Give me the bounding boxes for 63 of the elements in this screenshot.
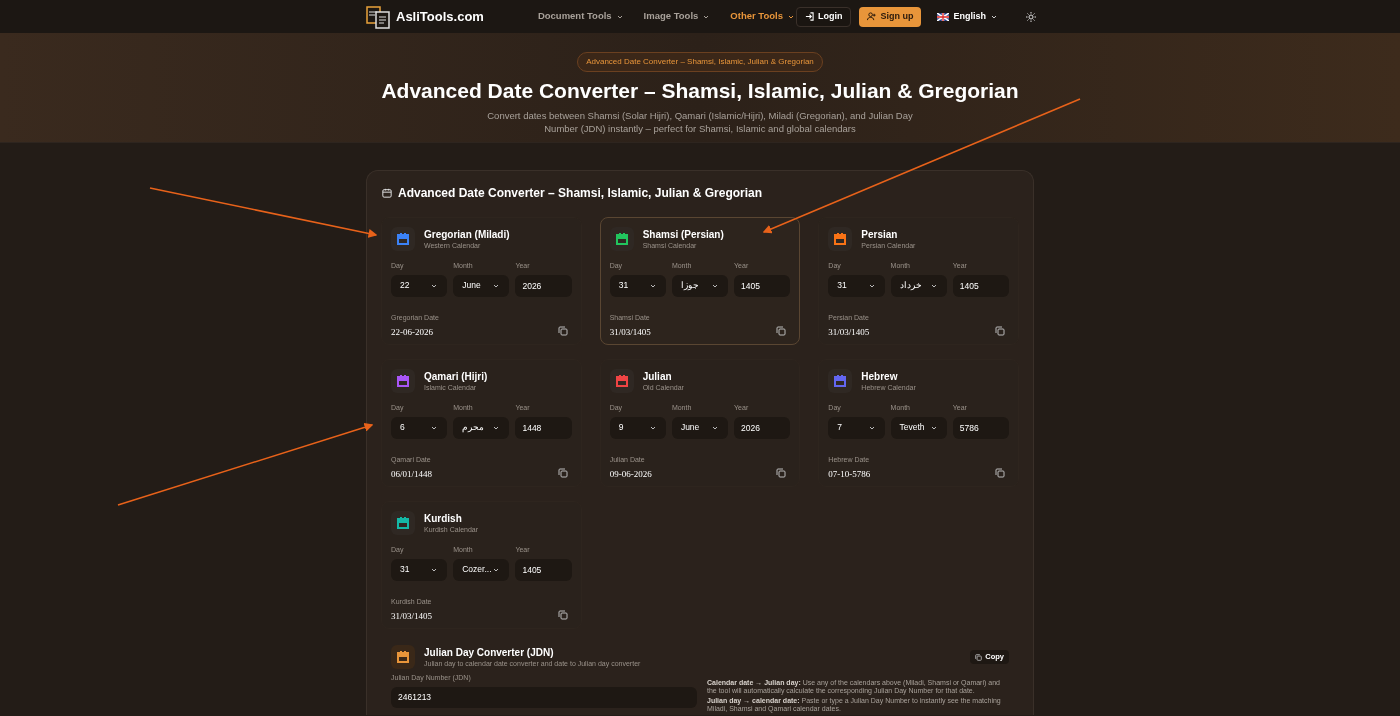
copy-icon[interactable]: [557, 325, 568, 336]
year-field[interactable]: 1405: [952, 274, 1009, 297]
calendar-name: Julian: [642, 370, 673, 383]
copy-icon[interactable]: [776, 325, 787, 336]
calendar-name: Qamari (Hijri): [424, 370, 488, 383]
calendar-name: Kurdish: [424, 512, 463, 525]
date-value: 06/01/1448: [391, 468, 432, 481]
day-dropdown[interactable]: 9: [609, 416, 666, 439]
login-icon: [805, 12, 814, 21]
year-field[interactable]: 1405: [734, 274, 791, 297]
language-dropdown[interactable]: English: [929, 6, 1006, 27]
copy-icon[interactable]: [995, 467, 1005, 478]
date-value: 31/03/1405: [391, 610, 432, 623]
hero-badge: Advanced Date Converter – Shamsi, Islamic, Julian & Gregorian: [577, 52, 823, 72]
copy-icon[interactable]: [776, 467, 787, 478]
converter-title: Advanced Date Converter – Shamsi, Islamic, Julian & Gregorian: [398, 185, 763, 202]
calendar-name: Gregorian (Miladi): [424, 228, 510, 241]
month-dropdown[interactable]: خرداد: [890, 274, 947, 297]
nav-menu[interactable]: Other Tools: [730, 9, 795, 24]
jdn-title: Julian Day Converter (JDN): [424, 646, 555, 659]
month-dropdown[interactable]: June: [453, 274, 510, 297]
month-dropdown[interactable]: جوزا: [671, 274, 729, 297]
date-value: 31/03/1405: [828, 326, 870, 339]
add-user-icon: [867, 12, 877, 21]
day-dropdown[interactable]: 7: [828, 416, 885, 439]
theme-toggle-icon[interactable]: [1026, 11, 1036, 22]
login-button[interactable]: Login: [796, 6, 852, 27]
year-field[interactable]: 1448: [515, 416, 572, 439]
month-dropdown[interactable]: Cozer...: [453, 558, 510, 581]
year-field[interactable]: 2026: [515, 274, 572, 297]
calendar-icon: [397, 651, 409, 663]
calendar-name: Hebrew: [861, 370, 899, 383]
logo-icon: [366, 4, 392, 29]
calendar-icon: [382, 188, 392, 198]
year-field[interactable]: 5786: [952, 416, 1009, 439]
month-dropdown[interactable]: June: [671, 416, 729, 439]
calendar-name: Persian: [861, 228, 899, 241]
day-dropdown[interactable]: 6: [391, 416, 448, 439]
jdn-field[interactable]: 2461213: [391, 686, 697, 708]
date-value: 07-10-5786: [828, 468, 871, 481]
year-field[interactable]: 2026: [734, 416, 791, 439]
day-dropdown[interactable]: 31: [828, 274, 885, 297]
month-dropdown[interactable]: Teveth: [890, 416, 947, 439]
month-dropdown[interactable]: محرم: [453, 416, 510, 439]
date-value: 31/03/1405: [609, 326, 651, 339]
date-value: 09-06-2026: [609, 468, 652, 481]
copy-icon[interactable]: [995, 325, 1005, 336]
date-value: 22-06-2026: [391, 326, 434, 339]
nav-menu[interactable]: Document Tools: [537, 9, 624, 24]
site-logo-text[interactable]: AsliTools.com: [396, 6, 484, 27]
copy-icon: [975, 653, 983, 661]
copy-icon[interactable]: [557, 609, 568, 620]
day-dropdown[interactable]: 31: [391, 558, 448, 581]
year-field[interactable]: 1405: [515, 558, 572, 581]
signup-button[interactable]: Sign up: [859, 6, 922, 27]
day-dropdown[interactable]: 22: [391, 274, 448, 297]
calendar-name: Shamsi (Persian): [642, 228, 724, 241]
page-title: Advanced Date Converter – Shamsi, Islamic, Julian & Gregorian: [381, 78, 1019, 104]
day-dropdown[interactable]: 31: [609, 274, 666, 297]
nav-menu[interactable]: Image Tools: [643, 9, 711, 24]
copy-icon[interactable]: [557, 467, 568, 478]
page-subtitle: Convert dates between Shamsi (Solar Hijri), Qamari (Islamic/Hijri), Miladi (Gregorian), and Julian Day Number (JDN) instantly – perfect for Shamsi, Islamic and global calendars: [486, 108, 914, 135]
flag-icon: [937, 12, 950, 21]
